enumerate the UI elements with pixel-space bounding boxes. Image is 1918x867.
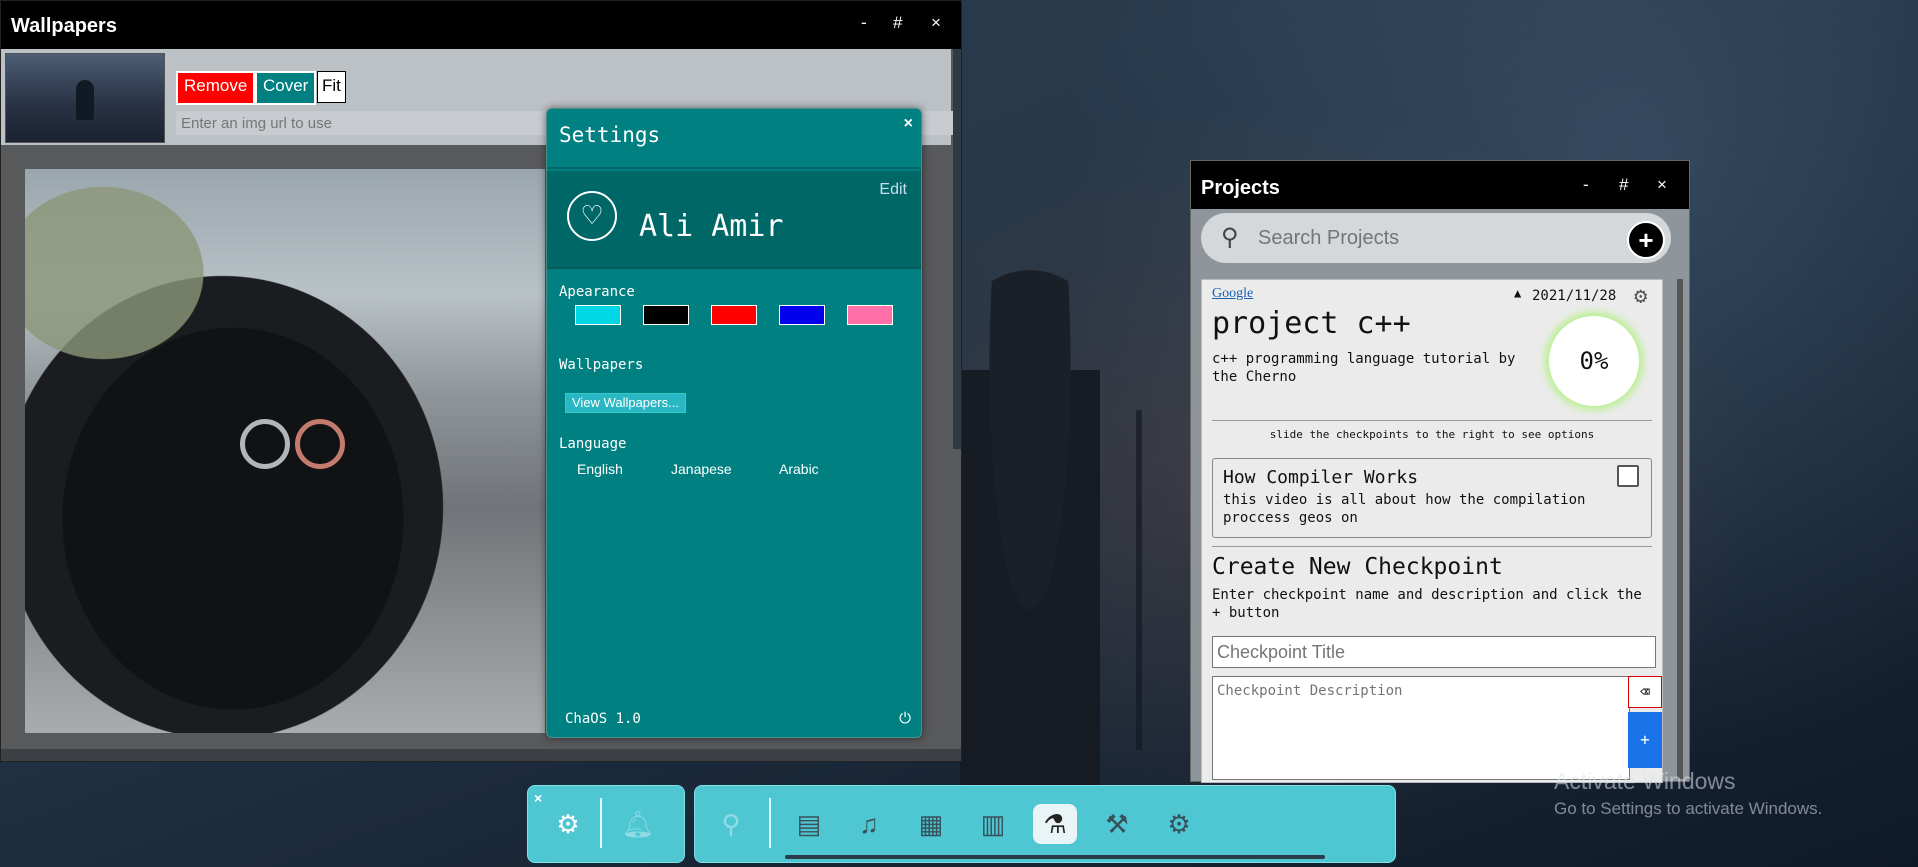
activate-line2: Go to Settings to activate Windows. <box>1554 799 1823 818</box>
settings-title: Settings <box>559 123 661 147</box>
project-search-bar: ⚲ + <box>1201 213 1671 263</box>
power-icon[interactable]: ⏻ <box>899 710 911 727</box>
close-button[interactable]: × <box>931 13 941 33</box>
palm-shape <box>25 169 285 429</box>
wallpaper-thumbnail[interactable] <box>5 53 165 143</box>
maximize-button[interactable]: # <box>1619 175 1628 195</box>
user-name: Ali Amir <box>639 209 784 244</box>
projects-window: Projects - # × ⚲ + Google ▲ 2021/11/28 ⚙… <box>1190 160 1690 783</box>
minimize-button[interactable]: - <box>1583 175 1589 195</box>
language-label: Language <box>559 436 627 452</box>
gear-icon[interactable]: ⚙ <box>1634 284 1647 309</box>
tools-icon[interactable]: ⚒ <box>1095 804 1139 844</box>
taskbar-right-panel: ⚲ ▤ ♫ ▦ ▥ ⚗ ⚒ ⚙ <box>694 785 1396 863</box>
project-date: 2021/11/28 <box>1532 288 1617 304</box>
project-name: project c++ <box>1212 306 1411 341</box>
add-project-button[interactable]: + <box>1627 221 1665 259</box>
eraser-icon[interactable]: ⌫ <box>1628 676 1662 708</box>
os-version: ChaOS 1.0 <box>565 711 641 727</box>
divider <box>1212 420 1652 421</box>
wallpaper-figure <box>960 270 1100 790</box>
projects-scrollbar[interactable] <box>1677 279 1683 779</box>
add-checkpoint-button[interactable]: + <box>1628 712 1662 768</box>
activate-line1: Activate Windows <box>1554 768 1736 794</box>
language-arabic[interactable]: Arabic <box>779 461 819 477</box>
fit-button[interactable]: Fit <box>317 71 346 103</box>
appearance-label: Apearance <box>559 284 635 300</box>
search-icon: ⚲ <box>1221 224 1239 251</box>
divider <box>769 798 771 848</box>
color-swatch-cyan[interactable] <box>575 305 621 325</box>
color-swatch-black[interactable] <box>643 305 689 325</box>
divider <box>600 798 602 848</box>
flask-icon[interactable]: ⚗ <box>1033 804 1077 844</box>
color-swatch-blue[interactable] <box>779 305 825 325</box>
settings-icon[interactable]: ⚙ <box>546 804 590 844</box>
project-description: c++ programming language tutorial by the… <box>1212 351 1516 385</box>
gear-icon[interactable]: ⚙ <box>1157 804 1201 844</box>
minimize-button[interactable]: - <box>861 13 867 33</box>
checkpoint-description: this video is all about how the compilat… <box>1223 492 1586 526</box>
checkpoint-title-input[interactable] <box>1212 636 1656 668</box>
cover-button[interactable]: Cover <box>255 71 317 105</box>
headlight-shape <box>240 419 290 469</box>
progress-circle: 0% <box>1549 316 1639 406</box>
headlight-shape <box>295 419 345 469</box>
close-button[interactable]: × <box>1657 175 1667 195</box>
search-projects-input[interactable] <box>1256 221 1620 255</box>
create-checkpoint-heading: Create New Checkpoint <box>1212 554 1503 580</box>
notes-icon[interactable]: ▤ <box>787 804 831 844</box>
divider <box>547 167 921 169</box>
settings-close-button[interactable]: × <box>904 115 913 133</box>
language-english[interactable]: English <box>577 461 623 477</box>
checkpoint-description-input[interactable] <box>1212 676 1630 780</box>
color-swatch-pink[interactable] <box>847 305 893 325</box>
checkpoint-checkbox[interactable] <box>1617 465 1639 487</box>
language-japanese[interactable]: Janapese <box>671 461 732 477</box>
book-icon[interactable]: ▥ <box>971 804 1015 844</box>
settings-window: Settings × ♡ Ali Amir Edit Apearance Wal… <box>546 108 922 738</box>
projects-titlebar[interactable]: Projects - # × <box>1191 161 1689 209</box>
edit-profile-link[interactable]: Edit <box>879 181 907 199</box>
color-swatch-red[interactable] <box>711 305 757 325</box>
music-icon[interactable]: ♫ <box>847 804 891 844</box>
search-icon[interactable]: ⚲ <box>709 804 753 844</box>
caret-up-icon[interactable]: ▲ <box>1514 286 1521 300</box>
wallpapers-bottom-strip <box>1 749 961 761</box>
activate-windows-watermark: Activate Windows Go to Settings to activ… <box>1554 768 1822 819</box>
calendar-icon[interactable]: ▦ <box>909 804 953 844</box>
wallpapers-label: Wallpapers <box>559 357 644 373</box>
taskbar-scrollbar[interactable] <box>785 855 1325 859</box>
wallpapers-scrollbar[interactable] <box>953 49 961 449</box>
wallpapers-titlebar[interactable]: Wallpapers - # × <box>1 1 961 49</box>
checkpoint-hint: slide the checkpoints to the right to se… <box>1269 428 1595 441</box>
projects-title: Projects <box>1201 177 1280 199</box>
taskbar-left-panel: × ⚙ 🔔︎ <box>527 785 685 863</box>
project-card: Google ▲ 2021/11/28 ⚙ project c++ c++ pr… <box>1201 279 1663 783</box>
maximize-button[interactable]: # <box>893 13 902 33</box>
heart-icon[interactable]: ♡ <box>567 191 617 241</box>
remove-button[interactable]: Remove <box>176 71 256 105</box>
wallpaper-preview-image[interactable] <box>25 169 545 733</box>
checkpoint-title: How Compiler Works <box>1223 467 1419 488</box>
create-checkpoint-instructions: Enter checkpoint name and description an… <box>1212 587 1642 621</box>
taskbar-close-button[interactable]: × <box>534 790 542 806</box>
view-wallpapers-button[interactable]: View Wallpapers... <box>565 393 686 413</box>
checkpoint-item[interactable]: How Compiler Works this video is all abo… <box>1212 458 1652 538</box>
divider <box>1212 546 1652 547</box>
project-source-link[interactable]: Google <box>1212 286 1253 302</box>
profile-section: ♡ Ali Amir Edit <box>547 171 921 269</box>
wallpapers-title: Wallpapers <box>11 15 117 37</box>
bell-icon[interactable]: 🔔︎ <box>616 804 660 844</box>
